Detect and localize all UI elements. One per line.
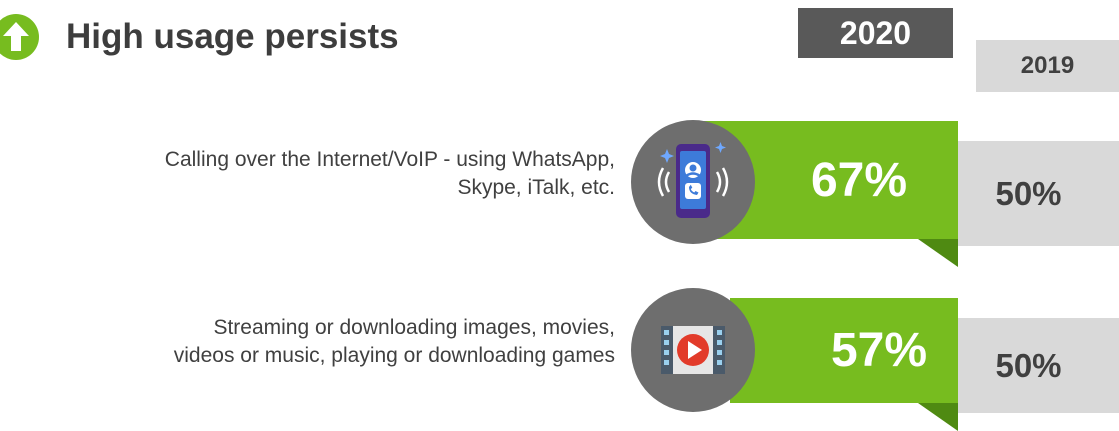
page-title: High usage persists <box>66 17 399 56</box>
arrow-up-circle-icon <box>0 14 39 60</box>
icon-circle <box>631 120 755 244</box>
category-label-line: Skype, iTalk, etc. <box>457 176 615 199</box>
bar-2019-voip: 50% <box>938 141 1119 246</box>
header: High usage persists <box>0 12 399 62</box>
bar-2020-streaming: 57% <box>730 298 958 403</box>
chart-row-voip: Calling over the Internet/VoIP - using W… <box>0 100 1119 267</box>
legend-2019: 2019 <box>976 40 1119 92</box>
category-label-streaming: Streaming or downloading images, movies,… <box>0 314 615 370</box>
bar-2019-streaming: 50% <box>938 318 1119 413</box>
chart-row-streaming: Streaming or downloading images, movies,… <box>0 260 1119 431</box>
smartphone-call-icon <box>657 142 729 218</box>
video-play-icon <box>661 326 725 374</box>
category-label-voip: Calling over the Internet/VoIP - using W… <box>0 146 615 202</box>
bar-fold <box>918 403 958 431</box>
category-label-line: Calling over the Internet/VoIP - using W… <box>164 148 615 171</box>
category-label-line: Streaming or downloading images, movies, <box>213 316 615 339</box>
category-label-line: videos or music, playing or downloading … <box>173 344 615 367</box>
icon-circle <box>631 288 755 412</box>
legend-2020: 2020 <box>798 8 953 58</box>
